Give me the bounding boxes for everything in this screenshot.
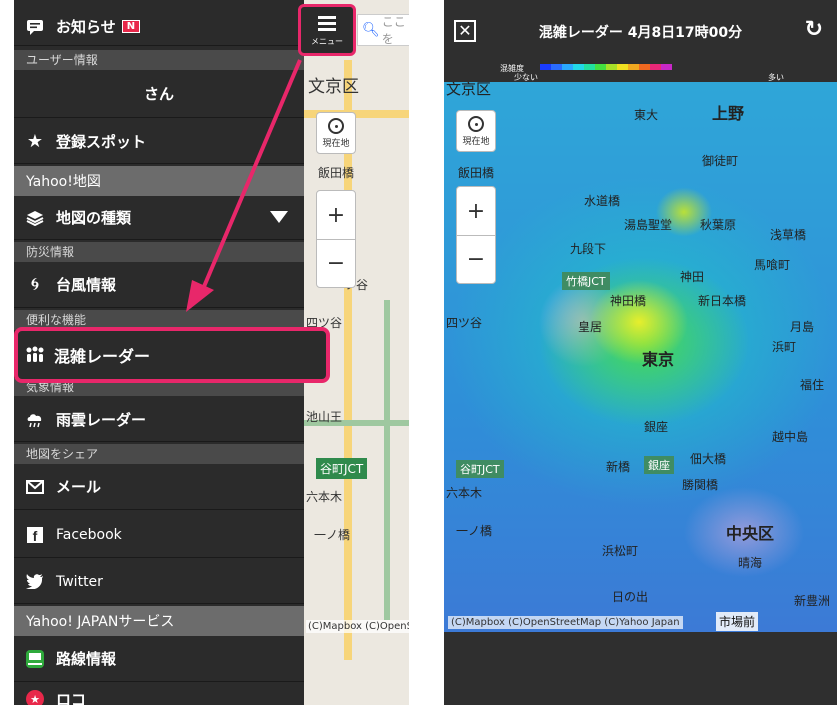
- map-label-tsukishima: 月島: [790, 320, 815, 334]
- crosshair-icon: [468, 115, 484, 132]
- legend-swatch: [540, 64, 551, 70]
- map-label-shintoyosu: 新豊洲: [794, 594, 831, 608]
- map-label-akihabara: 秋葉原: [700, 218, 737, 232]
- legend-swatch: [628, 64, 639, 70]
- map-credit: (C)Mapbox (C)OpenStreetMap (C)Yahoo Japa…: [448, 616, 683, 629]
- map-label-etchujima: 越中島: [772, 430, 809, 444]
- radar-header: ✕ 混雑レーダー 4月8日17時00分 ↻: [444, 0, 837, 62]
- map-label-bunkyo: 文京区: [446, 82, 492, 98]
- map-label-kandabashi: 神田橋: [610, 294, 647, 308]
- map-label-kudanshita: 九段下: [570, 242, 607, 256]
- map-label-shin-nihonbashi: 新日本橋: [698, 294, 747, 308]
- current-location-button[interactable]: 現在地: [456, 110, 496, 152]
- legend-swatch: [617, 64, 628, 70]
- map-label-suidobashi: 水道橋: [584, 194, 621, 208]
- legend-swatch: [650, 64, 661, 70]
- legend-swatch: [639, 64, 650, 70]
- map-label-harumi: 晴海: [738, 556, 763, 570]
- map-label-asakusabashi: 浅草橋: [770, 228, 807, 242]
- legend-swatch: [661, 64, 672, 70]
- refresh-icon[interactable]: ↻: [805, 17, 823, 42]
- map-label-bakurocho: 馬喰町: [754, 258, 791, 272]
- map-label-tokyo: 東京: [642, 350, 675, 369]
- congestion-legend: 混雑度 少ない 多い: [500, 62, 800, 82]
- legend-swatch: [606, 64, 617, 70]
- map-label-hamamatsucho: 浜松町: [602, 544, 639, 558]
- map-label-hamacho: 浜町: [772, 340, 797, 354]
- map-label-kachidoki: 勝関橋: [682, 478, 719, 492]
- map-label-shinbashi: 新橋: [606, 460, 631, 474]
- map-label-fukuzumi: 福住: [800, 378, 825, 392]
- legend-swatch: [584, 64, 595, 70]
- current-location-label: 現在地: [462, 136, 490, 147]
- map-label-ueno: 上野: [712, 104, 745, 123]
- map-label-okachimachi: 御徒町: [702, 154, 739, 168]
- zoom-in-button[interactable]: +: [457, 187, 495, 235]
- map-label-yushima: 湯島聖堂: [624, 218, 673, 232]
- right-phone-screen: ✕ 混雑レーダー 4月8日17時00分 ↻ 混雑度 少ない 多い 文京区 上野 …: [444, 0, 837, 705]
- legend-swatch: [551, 64, 562, 70]
- map-label-kokyo: 皇居: [578, 320, 603, 334]
- map-label-ichinohashi: 一ノ橋: [456, 524, 493, 538]
- zoom-out-button[interactable]: −: [457, 235, 495, 283]
- map-label-hinode: 日の出: [612, 590, 649, 604]
- map-label-chuo: 中央区: [726, 524, 775, 543]
- map-label-takebashi-jct: 竹橋JCT: [562, 272, 610, 290]
- map-label-iidabashi: 飯田橋: [458, 166, 495, 180]
- congestion-heatmap[interactable]: 文京区 上野 東大 御徒町 飯田橋 水道橋 湯島聖堂 秋葉原 浅草橋 九段下 神…: [444, 82, 837, 632]
- radar-title: 混雑レーダー 4月8日17時00分: [538, 25, 743, 41]
- map-label-ginza: 銀座: [644, 420, 669, 434]
- map-label-ginza-badge: 銀座: [644, 456, 674, 474]
- legend-swatch: [562, 64, 573, 70]
- map-label-tanimachi-jct: 谷町JCT: [456, 460, 504, 478]
- zoom-control: + −: [456, 186, 496, 284]
- map-label-roppongi: 六本木: [446, 486, 483, 500]
- map-label-shijomae: 市場前: [716, 612, 759, 631]
- map-label-tsukuda-ohashi: 佃大橋: [690, 452, 727, 466]
- map-label-yotsuya: 四ツ谷: [446, 316, 483, 330]
- legend-swatch: [595, 64, 606, 70]
- map-label-todai: 東大: [634, 108, 659, 122]
- legend-swatch: [573, 64, 584, 70]
- map-label-kanda: 神田: [680, 270, 705, 284]
- legend-color-bar: [540, 64, 672, 70]
